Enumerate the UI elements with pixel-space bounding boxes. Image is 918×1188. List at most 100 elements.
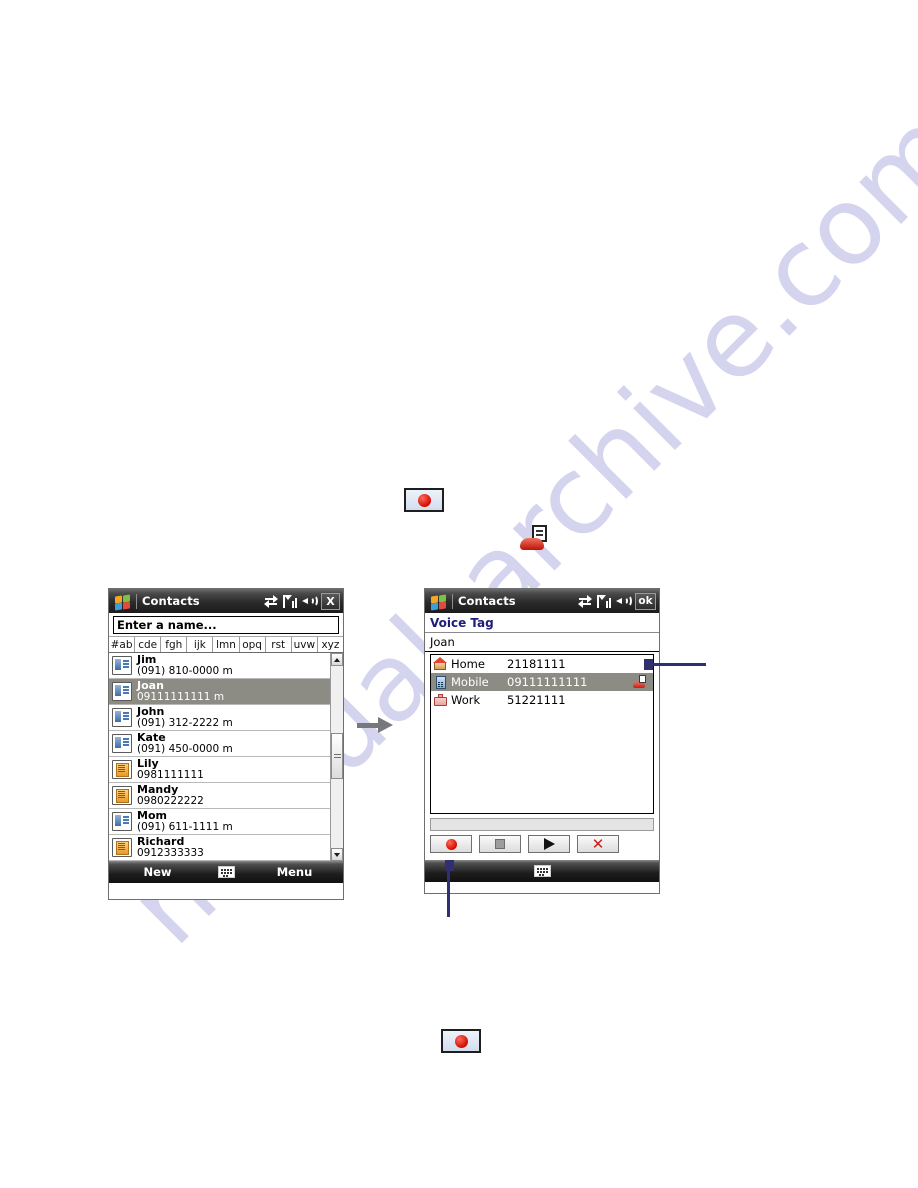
contact-number: 0912333333 [137,846,204,859]
voice-tag-controls: ✕ [430,835,654,853]
table-row[interactable]: Jim (091) 810-0000 m [109,653,330,679]
table-row[interactable]: Richard 0912333333 [109,835,330,861]
contact-list-scrollbar[interactable] [330,653,343,861]
arrow-right-icon [357,717,393,733]
home-icon [433,656,449,672]
sim-card-icon [112,786,132,805]
contact-number: (091) 312-2222 m [137,716,233,729]
contact-number: 0980222222 [137,794,204,807]
voice-tag-mouth-part [520,538,544,550]
alpha-tab-6[interactable]: rst [266,637,292,652]
record-button[interactable] [430,835,472,853]
signal-icon[interactable] [597,594,611,608]
left-app-title: Contacts [142,594,200,608]
table-row[interactable]: Joan 09111111111 m [109,679,330,705]
scrollbar-thumb[interactable] [331,733,343,779]
windows-start-icon[interactable] [112,589,134,613]
table-row[interactable]: John (091) 312-2222 m [109,705,330,731]
voice-tag-number-list[interactable]: Home 21181111 Mobile 09111111111 Work 51… [430,654,654,814]
play-button[interactable] [528,835,570,853]
record-icon [445,838,457,850]
contact-number: (091) 450-0000 m [137,742,233,755]
contact-number: (091) 611-1111 m [137,820,233,833]
titlebar-divider [136,593,137,609]
work-icon [433,693,449,708]
record-icon [454,1034,468,1048]
contact-list-area: Jim (091) 810-0000 m Joan 09111111111 m … [109,653,343,861]
play-icon [543,838,555,850]
contact-card-icon [112,682,132,701]
record-button-callout-bottom[interactable] [441,1029,481,1053]
left-softkey-bar: New Menu [109,861,343,883]
search-area: Enter a name... [109,613,343,636]
alpha-tab-4[interactable]: lmn [213,637,240,652]
selected-contact-name: Joan [425,633,659,652]
delete-icon: ✕ [591,834,605,853]
table-row[interactable]: Mom (091) 611-1111 m [109,809,330,835]
stop-button[interactable] [479,835,521,853]
number-label: Mobile [451,675,489,689]
keyboard-icon[interactable] [206,866,246,878]
contact-number: (091) 810-0000 m [137,664,233,677]
contact-number: 09111111111 m [137,690,225,703]
alpha-tab-1[interactable]: cde [135,637,162,652]
scroll-up-icon[interactable] [331,653,343,666]
connectivity-icon[interactable] [578,595,592,608]
keyboard-icon[interactable] [522,865,562,877]
mobile-icon [433,675,449,690]
speaker-icon[interactable] [302,595,318,607]
left-titlebar: Contacts X [109,589,343,613]
signal-icon[interactable] [283,594,297,608]
delete-button[interactable]: ✕ [577,835,619,853]
voice-tag-icon [633,675,649,689]
alpha-tab-5[interactable]: opq [240,637,266,652]
right-titlebar: Contacts ok [425,589,659,613]
contact-card-icon [112,734,132,753]
windows-start-icon[interactable] [428,589,450,613]
callout-leader-bottom [441,860,463,918]
record-button-callout-top[interactable] [404,488,444,512]
menu-button[interactable]: Menu [246,865,343,879]
alpha-tab-3[interactable]: ijk [187,637,214,652]
close-icon[interactable]: X [321,592,340,610]
list-item[interactable]: Work 51221111 [431,691,653,709]
voice-tag-screen: Contacts ok Voice Tag Joan Home 21181111… [424,588,660,894]
alpha-tab-8[interactable]: xyz [318,637,343,652]
alpha-tab-7[interactable]: uvw [292,637,318,652]
speaker-icon[interactable] [616,595,632,607]
number-label: Home [451,657,485,671]
list-item[interactable]: Mobile 09111111111 [431,673,653,691]
number-label: Work [451,693,481,707]
scroll-down-icon[interactable] [331,848,343,861]
number-value: 09111111111 [507,675,588,689]
contacts-list-screen: Contacts X Enter a name... #ab cde fgh i… [108,588,344,900]
number-value: 21181111 [507,657,566,671]
contact-list[interactable]: Jim (091) 810-0000 m Joan 09111111111 m … [109,653,330,861]
contact-number: 0981111111 [137,768,204,781]
table-row[interactable]: Lily 0981111111 [109,757,330,783]
table-row[interactable]: Mandy 0980222222 [109,783,330,809]
contact-card-icon [112,656,132,675]
stop-icon [495,839,505,849]
contact-card-icon [112,812,132,831]
new-button[interactable]: New [109,865,206,879]
connectivity-icon[interactable] [264,595,278,608]
contact-card-icon [112,708,132,727]
right-status-icons: ok [578,592,656,610]
search-input[interactable]: Enter a name... [113,616,339,634]
callout-leader-right [644,655,708,677]
right-app-title: Contacts [458,594,516,608]
list-item[interactable]: Home 21181111 [431,655,653,673]
table-row[interactable]: Kate (091) 450-0000 m [109,731,330,757]
voice-tag-icon-callout [520,525,548,551]
alpha-tab-2[interactable]: fgh [161,637,188,652]
sim-card-icon [112,838,132,857]
page-title: Voice Tag [425,613,659,633]
ok-button[interactable]: ok [635,592,656,610]
number-value: 51221111 [507,693,566,707]
alphabet-tab-strip: #ab cde fgh ijk lmn opq rst uvw xyz [109,636,343,653]
titlebar-divider [452,593,453,609]
alpha-tab-0[interactable]: #ab [109,637,136,652]
playback-progress-bar[interactable] [430,818,654,831]
left-status-icons: X [264,592,340,610]
